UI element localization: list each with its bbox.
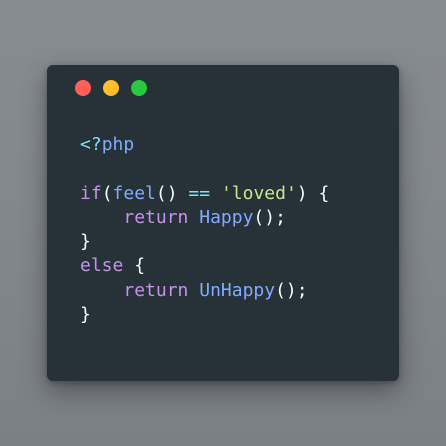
code-token-keyword: else (80, 255, 124, 277)
code-token-plain: (); (275, 279, 308, 301)
code-token-op: == (188, 182, 211, 204)
code-token-func: Happy (199, 206, 254, 228)
code-token-plain: ) { (296, 182, 330, 204)
code-line: if(feel() == 'loved') { (80, 182, 329, 206)
code-token-keyword: return (123, 279, 189, 301)
code-token-func: UnHappy (199, 279, 276, 301)
code-token-keyword: if (80, 182, 102, 204)
code-token-string: 'loved' (220, 182, 297, 204)
code-token-plain: } (80, 231, 91, 253)
code-token-plain: { (123, 255, 146, 277)
code-token-tag: <? (80, 134, 102, 155)
code-line: else { (80, 254, 329, 278)
code-line: <?php (80, 133, 329, 157)
maximize-button[interactable] (131, 80, 147, 96)
code-line: } (80, 230, 329, 254)
code-block: <?php if(feel() == 'loved') { return Happ… (80, 133, 329, 327)
code-token-plain: (); (253, 206, 286, 228)
close-button[interactable] (75, 80, 91, 96)
code-line: } (80, 303, 329, 327)
code-token-func: feel (112, 182, 156, 204)
minimize-button[interactable] (103, 80, 119, 96)
code-token-plain: () (155, 182, 189, 204)
window-controls (75, 80, 147, 96)
code-token-plain: ( (101, 182, 113, 204)
code-token-keyword: return (123, 206, 189, 228)
code-token-plain: } (80, 304, 91, 326)
code-token-func: php (101, 134, 135, 155)
code-line: return UnHappy(); (80, 279, 329, 303)
code-window: <?php if(feel() == 'loved') { return Happ… (47, 65, 399, 381)
code-line: return Happy(); (80, 206, 329, 230)
